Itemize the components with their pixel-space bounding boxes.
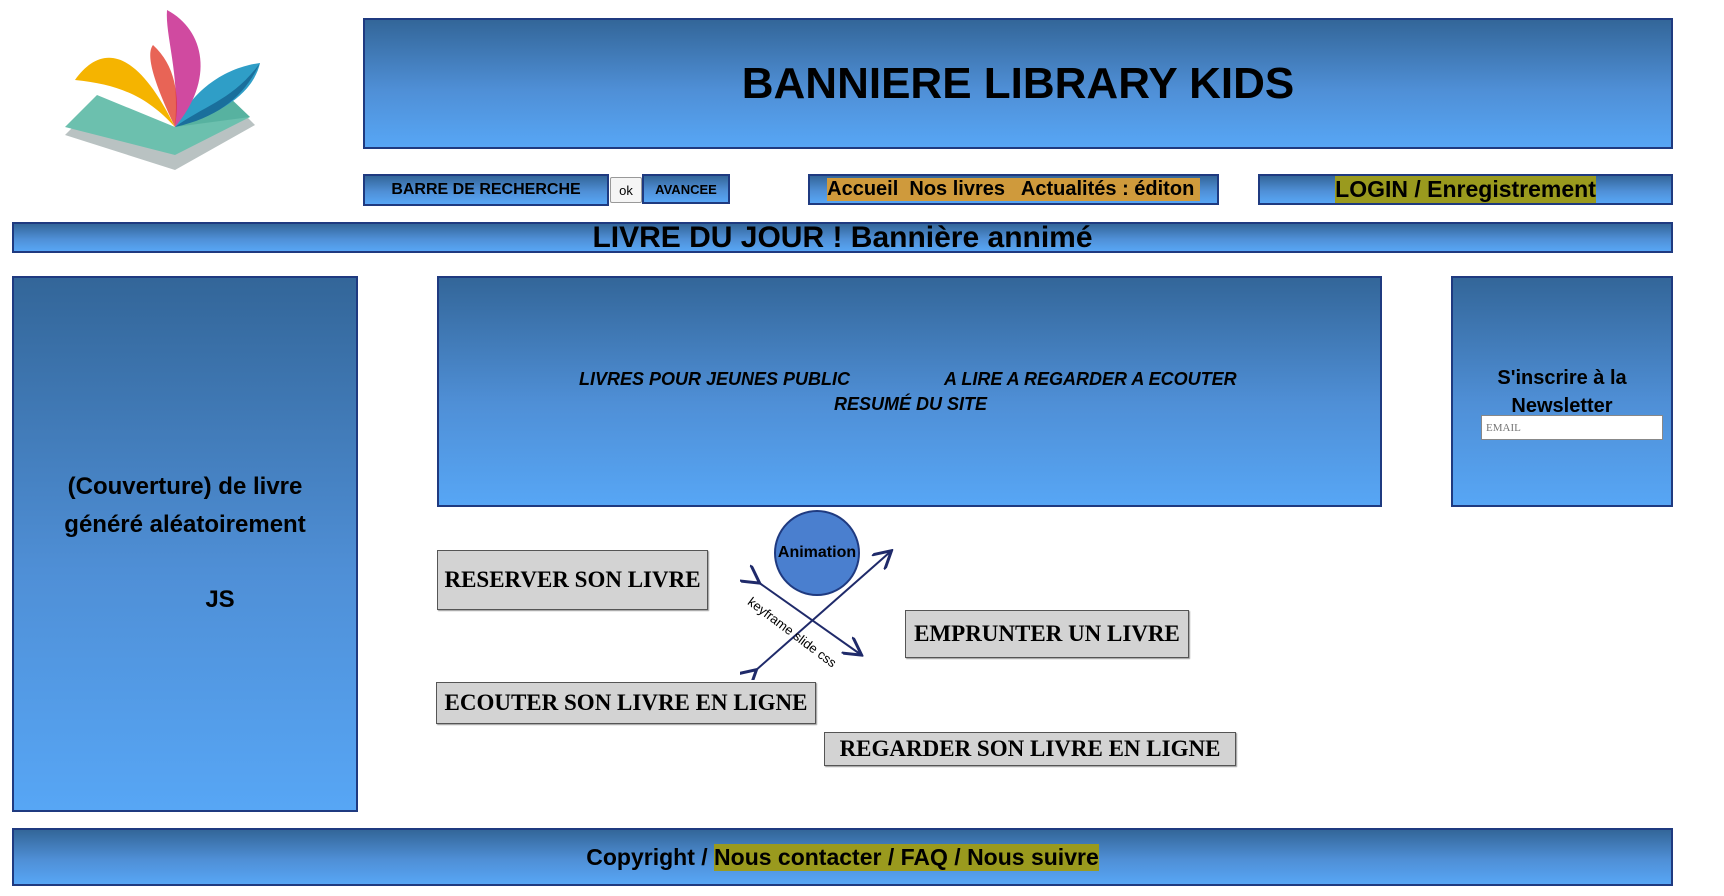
newsletter-panel: S'inscrire à la Newsletter — [1451, 276, 1673, 507]
watch-book-online-label: REGARDER SON LIVRE EN LIGNE — [839, 736, 1221, 761]
summary-text-read-watch-listen: A LIRE A REGARDER A ECOUTER — [944, 369, 1237, 389]
login-register-link[interactable]: LOGIN / Enregistrement — [1258, 174, 1673, 205]
search-bar-button[interactable]: BARRE DE RECHERCHE — [363, 174, 609, 206]
watch-book-online-button[interactable]: REGARDER SON LIVRE EN LIGNE — [824, 732, 1236, 766]
reserve-book-label: RESERVER SON LIVRE — [444, 567, 701, 592]
advanced-search-label: AVANCEE — [655, 181, 717, 197]
cover-text-line1: (Couverture) de livre — [67, 473, 303, 500]
search-bar-label: BARRE DE RECHERCHE — [391, 181, 581, 198]
borrow-book-button[interactable]: EMPRUNTER UN LIVRE — [905, 610, 1189, 658]
login-register-label[interactable]: LOGIN / Enregistrement — [1335, 176, 1596, 203]
animation-label: Animation — [777, 544, 857, 561]
newsletter-title: S'inscrire à la Newsletter — [1497, 367, 1627, 417]
book-of-the-day-banner: LIVRE DU JOUR ! Bannière annimé — [12, 220, 1673, 254]
borrow-book-label: EMPRUNTER UN LIVRE — [914, 621, 1180, 646]
ok-button[interactable]: ok — [610, 177, 642, 203]
footer-links[interactable]: Nous contacter / FAQ / Nous suivre — [714, 843, 1099, 871]
ok-label: ok — [619, 182, 633, 198]
cover-text-line2: généré aléatoirement — [64, 511, 306, 538]
nav-menu[interactable]: Accueil Nos livres Actualités : éditon — [808, 174, 1219, 205]
summary-text-site-summary: RESUMÉ DU SITE — [834, 394, 988, 414]
footer: Copyright / Nous contacter / FAQ / Nous … — [12, 828, 1673, 886]
nav-menu-label[interactable]: Accueil Nos livres Actualités : éditon — [827, 178, 1200, 201]
main-banner: BANNIERE LIBRARY KIDS — [363, 18, 1673, 149]
site-summary-panel: LIVRES POUR JEUNES PUBLIC A LIRE A REGAR… — [437, 276, 1382, 507]
listen-book-online-label: ECOUTER SON LIVRE EN LIGNE — [444, 690, 808, 715]
random-book-cover-panel: (Couverture) de livre généré aléatoireme… — [12, 276, 358, 812]
open-book-logo-icon — [65, 10, 260, 170]
newsletter-email-input[interactable] — [1481, 415, 1663, 440]
book-of-the-day-title: LIVRE DU JOUR ! Bannière annimé — [592, 220, 1093, 254]
cover-text-line3: JS — [205, 586, 235, 613]
banner-title: BANNIERE LIBRARY KIDS — [741, 58, 1295, 108]
logo — [55, 5, 265, 170]
animation-circle[interactable]: Animation — [774, 510, 860, 596]
advanced-search-button[interactable]: AVANCEE — [642, 174, 730, 204]
footer-copyright: Copyright / — [586, 843, 715, 870]
listen-book-online-button[interactable]: ECOUTER SON LIVRE EN LIGNE — [436, 682, 816, 724]
reserve-book-button[interactable]: RESERVER SON LIVRE — [437, 550, 708, 610]
summary-text-young-public: LIVRES POUR JEUNES PUBLIC — [579, 369, 851, 389]
